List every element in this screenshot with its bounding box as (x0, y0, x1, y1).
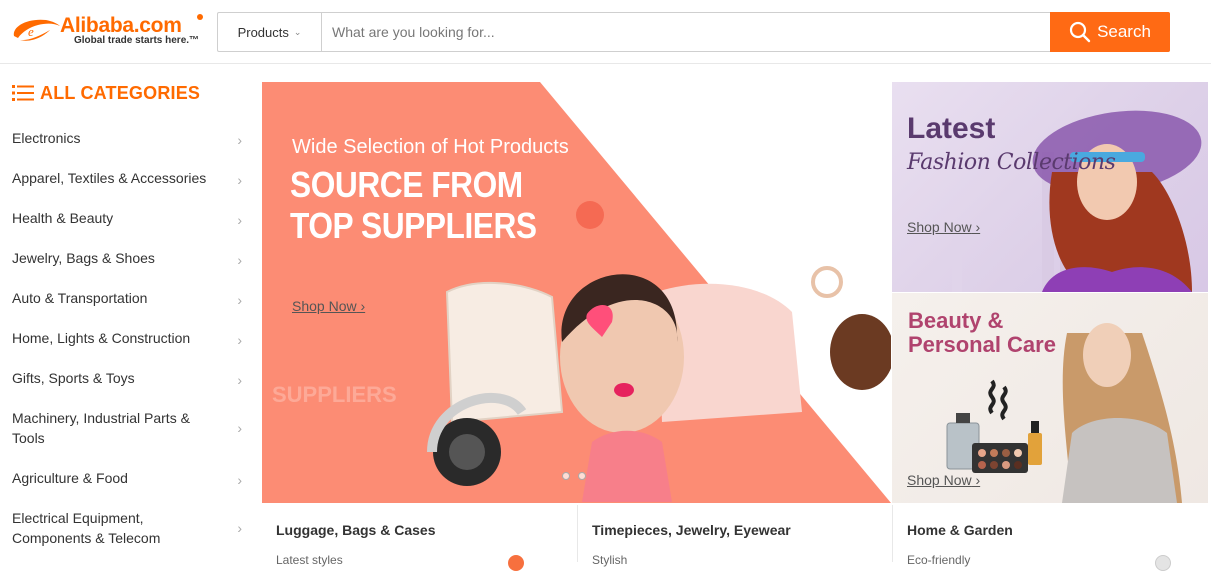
chevron-right-icon: › (971, 219, 981, 235)
featured-category-timepieces[interactable]: Timepieces, Jewelry, Eyewear Stylish (577, 505, 893, 567)
category-list: Electronics › Apparel, Textiles & Access… (0, 118, 262, 558)
fashion-subtitle: Fashion Collections (907, 150, 1116, 175)
chevron-right-icon: › (237, 472, 242, 488)
category-label: Machinery, Industrial Parts & Tools (12, 410, 190, 446)
category-label: Home, Lights & Construction (12, 330, 191, 346)
featured-category-subtitle: Eco-friendly (907, 553, 971, 567)
beauty-banner[interactable]: Beauty & Personal Care Shop Now › (892, 293, 1208, 503)
chevron-right-icon: › (971, 472, 981, 488)
product-thumbnail-icon (508, 555, 524, 571)
shop-now-label: Shop Now (907, 472, 972, 488)
category-label: Health & Beauty (12, 210, 114, 226)
all-categories-heading[interactable]: ALL CATEGORIES (12, 80, 200, 106)
alibaba-logo[interactable]: e Alibaba.com Global trade starts here.™ (10, 10, 205, 54)
category-label: Agriculture & Food (12, 470, 128, 486)
carousel-dots (562, 472, 586, 480)
fashion-shop-now-link[interactable]: Shop Now › (907, 219, 980, 235)
registered-mark-icon (197, 14, 203, 20)
chevron-right-icon: › (237, 172, 242, 188)
chevron-right-icon: › (237, 292, 242, 308)
search-category-label: Products (237, 24, 289, 40)
featured-categories: Luggage, Bags & Cases Latest styles Time… (262, 505, 1211, 571)
category-item-gifts[interactable]: Gifts, Sports & Toys › (0, 358, 262, 398)
featured-category-title: Home & Garden (907, 522, 1013, 538)
banner-subtitle: Wide Selection of Hot Products (292, 136, 569, 158)
logo-tagline: Global trade starts here.™ (74, 35, 200, 46)
chevron-down-icon: ⌄ (293, 26, 302, 37)
category-label: Auto & Transportation (12, 290, 148, 306)
banner-watermark: SUPPLIERS (272, 382, 397, 407)
featured-category-title: Luggage, Bags & Cases (276, 522, 436, 538)
header: e Alibaba.com Global trade starts here.™… (0, 0, 1211, 64)
list-icon (12, 85, 34, 101)
banner-shop-now-link[interactable]: Shop Now › (292, 298, 365, 314)
fashion-banner[interactable]: Latest Fashion Collections Shop Now › (892, 82, 1208, 292)
category-item-machinery[interactable]: Machinery, Industrial Parts & Tools › (0, 398, 262, 458)
search-button[interactable]: Search (1050, 12, 1170, 52)
shop-now-label: Shop Now (292, 298, 357, 314)
fashion-title: Latest (907, 112, 996, 145)
chevron-right-icon: › (356, 298, 366, 314)
chevron-right-icon: › (237, 420, 242, 436)
main-banner[interactable]: Wide Selection of Hot Products SOURCE FR… (262, 82, 891, 503)
chevron-right-icon: › (237, 132, 242, 148)
featured-category-home-garden[interactable]: Home & Garden Eco-friendly (892, 505, 1208, 571)
featured-category-subtitle: Latest styles (276, 553, 343, 567)
category-item-apparel[interactable]: Apparel, Textiles & Accessories › (0, 158, 262, 198)
chevron-right-icon: › (237, 520, 242, 536)
category-item-jewelry[interactable]: Jewelry, Bags & Shoes › (0, 238, 262, 278)
category-item-home-lights[interactable]: Home, Lights & Construction › (0, 318, 262, 358)
featured-category-luggage[interactable]: Luggage, Bags & Cases Latest styles (262, 505, 578, 571)
chevron-right-icon: › (237, 332, 242, 348)
search-bar: Products ⌄ Search (217, 12, 1170, 52)
search-icon (1069, 21, 1091, 43)
featured-category-title: Timepieces, Jewelry, Eyewear (592, 522, 791, 538)
category-label: Gifts, Sports & Toys (12, 370, 135, 386)
category-item-electronics[interactable]: Electronics › (0, 118, 262, 158)
search-category-dropdown[interactable]: Products ⌄ (218, 13, 322, 51)
beauty-shop-now-link[interactable]: Shop Now › (907, 472, 980, 488)
search-button-label: Search (1097, 22, 1151, 41)
banner-title: SOURCE FROM TOP SUPPLIERS (290, 164, 537, 246)
category-item-electrical[interactable]: Electrical Equipment, Components & Telec… (0, 498, 262, 558)
product-thumbnail-icon (1155, 555, 1171, 571)
category-label: Jewelry, Bags & Shoes (12, 250, 155, 266)
chevron-right-icon: › (237, 212, 242, 228)
category-label: Electrical Equipment, Components & Telec… (12, 510, 161, 546)
featured-category-subtitle: Stylish (592, 553, 628, 567)
category-item-agriculture[interactable]: Agriculture & Food › (0, 458, 262, 498)
search-input[interactable] (322, 13, 1050, 51)
alibaba-logo-icon: e (13, 19, 60, 41)
all-categories-label: ALL CATEGORIES (40, 82, 201, 103)
carousel-dot[interactable] (562, 472, 570, 480)
category-label: Apparel, Textiles & Accessories (12, 170, 207, 186)
category-label: Electronics (12, 130, 81, 146)
shop-now-label: Shop Now (907, 219, 972, 235)
svg-text:e: e (28, 24, 34, 39)
category-sidebar: ALL CATEGORIES Electronics › Apparel, Te… (0, 78, 262, 562)
beauty-title: Beauty & Personal Care (908, 308, 1056, 357)
category-item-auto[interactable]: Auto & Transportation › (0, 278, 262, 318)
carousel-dot[interactable] (578, 472, 586, 480)
category-item-health-beauty[interactable]: Health & Beauty › (0, 198, 262, 238)
chevron-right-icon: › (237, 252, 242, 268)
chevron-right-icon: › (237, 372, 242, 388)
